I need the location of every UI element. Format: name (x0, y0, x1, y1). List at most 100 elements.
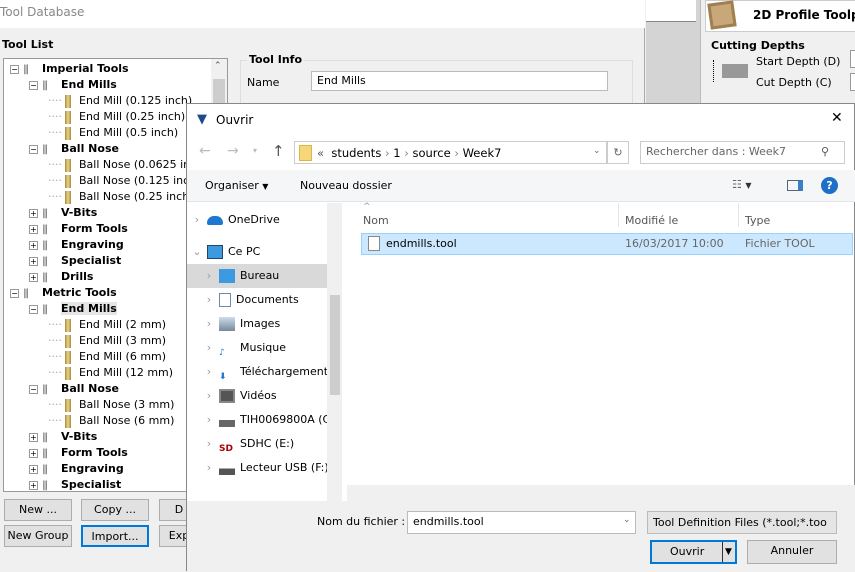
horizontal-scrollbar[interactable] (347, 485, 855, 501)
start-depth-input[interactable] (850, 50, 855, 68)
nav-item[interactable]: › Vidéos (187, 384, 327, 408)
nav-item[interactable]: › TIH0069800A (C: (187, 408, 334, 432)
organise-menu[interactable]: Organiser ▼ (205, 179, 268, 192)
column-divider[interactable] (618, 203, 619, 227)
tree-item-tool[interactable]: ···· Ball Nose (6 mm) (48, 413, 174, 429)
tree-item-tool[interactable]: ···· Ball Nose (3 mm) (48, 397, 174, 413)
nav-scrollbar[interactable] (327, 203, 342, 503)
tree-item-group[interactable]: + ||| Engraving (29, 237, 124, 253)
up-icon[interactable]: ↑ (272, 142, 285, 160)
column-divider[interactable] (738, 203, 739, 227)
tree-item-group[interactable]: − ||| Ball Nose (29, 381, 119, 397)
scroll-up-icon[interactable]: ⌃ (214, 61, 222, 71)
recent-dropdown-icon[interactable]: ▾ (253, 146, 257, 155)
column-nom[interactable]: Nom (363, 214, 389, 227)
tree-item-group[interactable]: − ||| Imperial Tools (10, 61, 129, 77)
tree-item-tool[interactable]: ···· End Mill (0.125 inch) (48, 93, 192, 109)
file-type-filter[interactable]: Tool Definition Files (*.tool;*.too (647, 511, 837, 534)
refresh-icon[interactable]: ↻ (607, 141, 629, 164)
chevron-right-icon[interactable]: › (199, 264, 219, 288)
import-button[interactable]: Import... (81, 525, 149, 547)
expand-icon[interactable]: + (29, 480, 38, 490)
tree-item-tool[interactable]: ···· End Mill (2 mm) (48, 317, 166, 333)
breadcrumb-item[interactable]: students (331, 146, 381, 160)
tree-item-group[interactable]: + ||| V-Bits (29, 429, 97, 445)
open-button[interactable]: Ouvrir ▼ (650, 540, 737, 564)
column-modified[interactable]: Modifié le (625, 214, 678, 227)
scrollbar-thumb[interactable] (330, 295, 340, 395)
file-row[interactable]: endmills.tool 16/03/2017 10:00 Fichier T… (361, 233, 853, 255)
tree-item-group[interactable]: + ||| Form Tools (29, 445, 128, 461)
nav-item[interactable]: › ⬇ Téléchargement (187, 360, 328, 384)
chevron-right-icon[interactable]: › (199, 384, 219, 408)
chevron-right-icon[interactable]: › (199, 288, 219, 312)
open-dropdown-icon[interactable]: ▼ (722, 542, 732, 562)
tree-item-group[interactable]: − ||| End Mills (29, 77, 117, 93)
breadcrumb-item[interactable]: source (412, 146, 450, 160)
back-icon[interactable]: ← (199, 143, 211, 159)
chevron-right-icon[interactable]: › (199, 360, 219, 384)
chevron-right-icon[interactable]: › (199, 432, 219, 456)
filename-input[interactable]: endmills.tool (407, 511, 636, 534)
column-type[interactable]: Type (745, 214, 770, 227)
chevron-right-icon[interactable]: › (187, 208, 207, 232)
tree-item-group[interactable]: − ||| Metric Tools (10, 285, 117, 301)
forward-icon[interactable]: → (227, 143, 239, 159)
expand-icon[interactable]: + (29, 224, 38, 234)
nav-item[interactable]: › Bureau (187, 264, 327, 288)
cut-depth-input[interactable] (850, 73, 855, 91)
tree-item-tool[interactable]: ···· End Mill (12 mm) (48, 365, 173, 381)
nav-item[interactable]: › Documents (187, 288, 327, 312)
collapse-icon[interactable]: − (29, 304, 38, 314)
close-icon[interactable]: ✕ (831, 110, 843, 126)
tree-item-tool[interactable]: ···· Ball Nose (0.125 inch) (48, 173, 200, 189)
name-input[interactable]: End Mills (311, 71, 608, 91)
tree-item-group[interactable]: + ||| Form Tools (29, 221, 128, 237)
nav-item[interactable]: › SD SDHC (E:) (187, 432, 327, 456)
tree-item-group[interactable]: + ||| Specialist (29, 253, 121, 269)
chevron-right-icon[interactable]: › (199, 408, 219, 432)
help-icon[interactable]: ? (821, 177, 838, 194)
tree-item-group[interactable]: − ||| End Mills (29, 301, 117, 317)
new-folder-button[interactable]: Nouveau dossier (300, 179, 392, 192)
nav-item[interactable]: › OneDrive (187, 208, 327, 232)
expand-icon[interactable]: + (29, 464, 38, 474)
tree-item-group[interactable]: + ||| V-Bits (29, 205, 97, 221)
tree-item-tool[interactable]: ···· Ball Nose (0.25 inch) (48, 189, 193, 205)
expand-icon[interactable]: + (29, 240, 38, 250)
collapse-icon[interactable]: − (10, 64, 19, 74)
tree-item-group[interactable]: + ||| Drills (29, 269, 93, 285)
breadcrumb-item[interactable]: 1 (393, 146, 400, 160)
chevron-down-icon[interactable]: ⌄ (187, 240, 207, 264)
filename-dropdown-icon[interactable]: ⌄ (623, 515, 631, 525)
tree-item-group[interactable]: − ||| Ball Nose (29, 141, 119, 157)
nav-item[interactable]: ⌄ Ce PC (187, 240, 327, 264)
chevron-right-icon[interactable]: › (199, 312, 219, 336)
new-group-button[interactable]: New Group (4, 525, 72, 547)
chevron-right-icon[interactable]: › (199, 336, 219, 360)
expand-icon[interactable]: + (29, 256, 38, 266)
address-dropdown-icon[interactable]: ⌄ (593, 146, 601, 156)
tree-item-tool[interactable]: ···· End Mill (3 mm) (48, 333, 166, 349)
nav-item[interactable]: › Lecteur USB (F:) (187, 456, 329, 480)
breadcrumb-item[interactable]: Week7 (463, 146, 502, 160)
collapse-icon[interactable]: − (29, 80, 38, 90)
breadcrumb-overflow[interactable]: « (317, 146, 324, 160)
collapse-icon[interactable]: − (29, 144, 38, 154)
address-bar[interactable]: « students › 1 › source › Week7 ⌄ (294, 141, 607, 164)
copy-tool-button[interactable]: Copy ... (81, 499, 149, 521)
chevron-right-icon[interactable]: › (199, 456, 219, 480)
expand-icon[interactable]: + (29, 448, 38, 458)
preview-pane-icon[interactable] (787, 180, 803, 191)
tree-item-tool[interactable]: ···· End Mill (0.25 inch) (48, 109, 185, 125)
cancel-button[interactable]: Annuler (747, 540, 837, 564)
tree-item-group[interactable]: + ||| Engraving (29, 461, 124, 477)
nav-item[interactable]: › ♪ Musique (187, 336, 327, 360)
search-input[interactable]: Rechercher dans : Week7 (640, 141, 845, 164)
nav-item[interactable]: › Images (187, 312, 327, 336)
expand-icon[interactable]: + (29, 272, 38, 282)
expand-icon[interactable]: + (29, 208, 38, 218)
tree-item-group[interactable]: + ||| Specialist (29, 477, 121, 491)
collapse-icon[interactable]: − (29, 384, 38, 394)
tree-item-tool[interactable]: ···· End Mill (0.5 inch) (48, 125, 178, 141)
